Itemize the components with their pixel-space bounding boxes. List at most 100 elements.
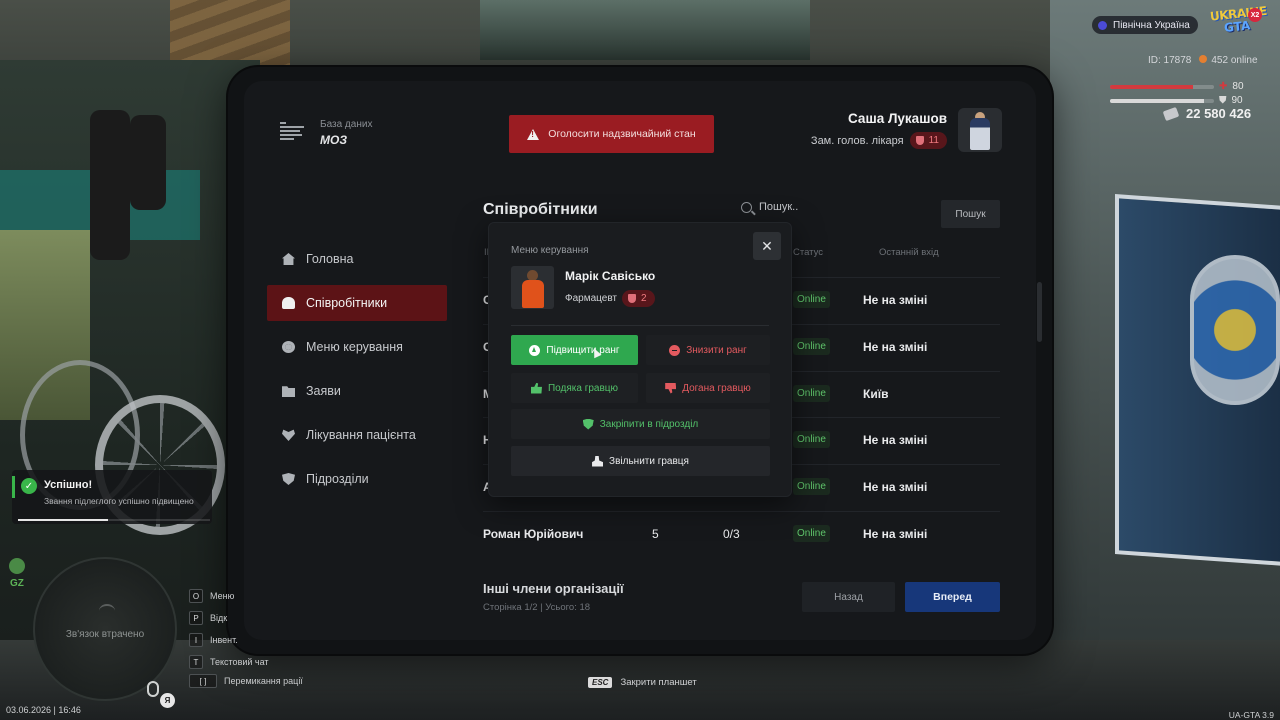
status-badge: Online	[793, 338, 830, 355]
last-login: Не на зміні	[863, 527, 928, 541]
sidebar-item-applications[interactable]: Заяви	[267, 373, 447, 409]
background-character	[130, 115, 166, 210]
language-badge: Я	[160, 693, 175, 708]
back-button[interactable]: Назад	[802, 582, 895, 612]
assign-division-button[interactable]: Закріпити в підрозділ	[511, 409, 770, 439]
game-logo: UKRAINE GTA X2	[1209, 4, 1267, 42]
rank-shield-icon	[628, 293, 637, 303]
gear-icon	[282, 341, 295, 353]
sidebar-item-label: Лікування пацієнта	[306, 428, 416, 442]
close-button[interactable]: ✕	[753, 232, 781, 260]
hint-open: P Відк	[189, 611, 227, 625]
notification-text: Звання підлеглого успішно підвищено	[44, 496, 194, 506]
player-avatar	[511, 266, 554, 309]
sidebar-item-home[interactable]: Головна	[267, 241, 447, 277]
modal-title: Меню керування	[511, 245, 589, 256]
column-header-last-login: Останній вхід	[879, 247, 939, 258]
player-role-row: Фармацевт 2	[565, 289, 655, 307]
date-time: 03.06.2026 | 16:46	[6, 705, 81, 715]
server-badge: Північна Україна	[1092, 16, 1198, 34]
hint-chat: T Текстовий чат	[189, 655, 269, 669]
fire-label: Звільнити гравця	[609, 455, 689, 467]
sidebar: Головна Співробітники Меню керування Зая…	[267, 241, 447, 505]
search-input[interactable]: Пошук..	[759, 201, 798, 213]
fire-player-button[interactable]: Звільнити гравця	[511, 446, 770, 476]
health-value: 80	[1232, 81, 1244, 92]
sidebar-item-treatment[interactable]: Лікування пацієнта	[267, 417, 447, 453]
folder-icon	[282, 386, 295, 397]
hint-label: Інвент.	[210, 635, 238, 645]
money-display: 22 580 426	[1162, 106, 1251, 121]
key-t: T	[189, 655, 203, 669]
version-label: UA-GTA 3.9	[1228, 710, 1274, 720]
logo-badge: X2	[1248, 8, 1262, 22]
armor-icon: ⛊	[1219, 95, 1227, 106]
minus-icon	[669, 344, 681, 356]
armor-bar	[1110, 98, 1214, 103]
emergency-button[interactable]: Оголосити надзвичайний стан	[509, 115, 714, 153]
last-login: Київ	[863, 387, 889, 401]
wifi-off-icon	[99, 604, 115, 618]
user-profile: Саша Лукашов Зам. голов. лікаря 11	[811, 108, 1002, 152]
search-button[interactable]: Пошук	[941, 200, 1000, 228]
table-row[interactable]: Роман Юрійович 5 0/3 Online Не на зміні	[483, 511, 1000, 557]
thanks-button[interactable]: Подяка гравцю	[511, 373, 638, 403]
sidebar-item-divisions[interactable]: Підрозділи	[267, 461, 447, 497]
reprimand-label: Догана гравцю	[682, 382, 751, 394]
last-login: Не на зміні	[863, 433, 928, 447]
success-notification: ✓ Успішно! Звання підлеглого успішно під…	[12, 470, 212, 524]
user-role-row: Зам. голов. лікаря 11	[811, 132, 947, 149]
esc-key: ESC	[588, 677, 613, 688]
last-login: Не на зміні	[863, 340, 928, 354]
employee-name: Роман Юрійович	[483, 527, 584, 541]
status-badge: Online	[793, 431, 830, 448]
server-icon	[1098, 20, 1107, 30]
player-id: ID: 17878	[1148, 55, 1192, 66]
online-count: 452 online	[1199, 55, 1258, 66]
key-p: P	[189, 611, 203, 625]
health-row: ✚ 80	[1110, 81, 1244, 92]
forward-button[interactable]: Вперед	[905, 582, 1000, 612]
shield-icon	[282, 473, 295, 485]
hint-radio: [ ] Перемикання рації	[189, 674, 303, 688]
search-box[interactable]: Пошук..	[741, 201, 798, 213]
background-window	[480, 0, 810, 60]
close-icon: ✕	[761, 237, 773, 254]
pagination-info: Сторінка 1/2 | Усього: 18	[483, 602, 591, 613]
notification-title: Успішно!	[44, 479, 93, 491]
player-rank-badge: 2	[622, 289, 655, 307]
status-badge: Online	[793, 291, 830, 308]
user-remove-icon	[592, 455, 604, 467]
key-i: I	[189, 633, 203, 647]
player-role: Фармацевт	[565, 292, 618, 304]
sidebar-item-label: Меню керування	[306, 340, 403, 354]
thanks-label: Подяка гравцю	[547, 382, 619, 394]
notification-progress	[18, 519, 210, 521]
user-role: Зам. голов. лікаря	[810, 134, 904, 147]
demote-button[interactable]: Знизити ранг	[646, 335, 770, 365]
esc-hint: ESC Закрити планшет	[588, 677, 697, 688]
promote-button[interactable]: Підвищити ранг	[511, 335, 638, 365]
moz-logo	[280, 122, 306, 144]
greenzone-label: GZ	[10, 578, 24, 589]
scrollbar[interactable]	[1037, 282, 1042, 342]
reprimand-button[interactable]: Догана гравцю	[646, 373, 770, 403]
home-icon	[282, 253, 295, 265]
status-badge: Online	[793, 385, 830, 402]
assign-label: Закріпити в підрозділ	[599, 418, 699, 430]
sidebar-item-control-menu[interactable]: Меню керування	[267, 329, 447, 365]
shield-plus-icon	[582, 418, 594, 430]
health-icon: ✚	[1219, 81, 1228, 92]
page-title: Співробітники	[483, 201, 598, 218]
online-icon	[1199, 55, 1208, 63]
warning-icon	[527, 128, 540, 140]
others-title: Інші члени організації	[483, 581, 624, 596]
rank-shield-icon	[915, 136, 924, 145]
employee-rank: 5	[652, 527, 659, 541]
connection-lost-text: Зв'язок втрачено	[65, 629, 145, 640]
sidebar-item-employees[interactable]: Співробітники	[267, 285, 447, 321]
health-bar	[1110, 84, 1214, 89]
background-character	[90, 110, 130, 260]
search-icon	[741, 201, 752, 213]
sidebar-item-label: Заяви	[306, 384, 341, 398]
